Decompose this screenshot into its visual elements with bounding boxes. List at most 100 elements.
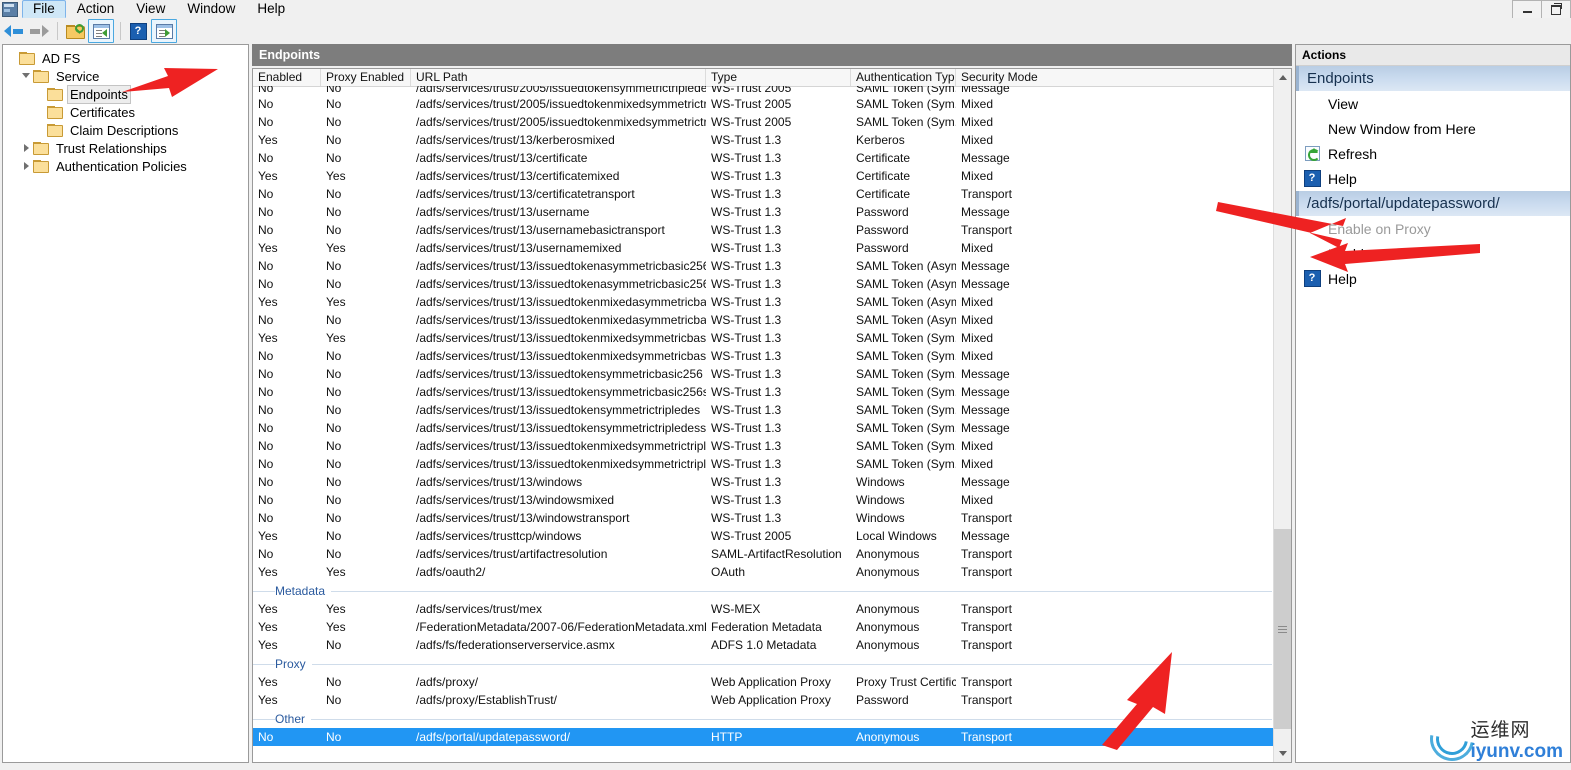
show-hide-console-tree-icon[interactable]	[88, 19, 114, 43]
table-row[interactable]: Yes Yes/adfs/services/trust/mex WS-MEX Anon…	[253, 600, 1274, 618]
cell-proxy: No	[326, 675, 342, 689]
table-row[interactable]: No No/adfs/services/trust/13/windowsmixed…	[253, 491, 1274, 509]
table-row[interactable]: No No/adfs/services/trust/2005/issuedtoke…	[253, 86, 1274, 95]
column-header-enabled[interactable]: Enabled	[253, 69, 321, 86]
folder-icon	[33, 141, 49, 155]
tree-node-trust-relationships[interactable]: Trust Relationships	[3, 139, 248, 157]
cell-enabled: No	[258, 421, 274, 435]
table-row[interactable]: Yes No/adfs/proxy/EstablishTrust/Web Appl…	[253, 691, 1274, 709]
table-row[interactable]: No No/adfs/services/trust/13/issuedtokenm…	[253, 347, 1274, 365]
table-row[interactable]: Yes Yes/adfs/services/trust/13/usernamemi…	[253, 239, 1274, 257]
table-row[interactable]: Yes No/adfs/services/trust/13/kerberosmix…	[253, 131, 1274, 149]
group-header-proxy[interactable]: Proxy	[253, 654, 1274, 673]
menu-item-file[interactable]: File	[22, 0, 66, 18]
cell-url: /adfs/oauth2/	[416, 565, 486, 579]
table-row[interactable]: No No/adfs/services/trust/13/issuedtokena…	[253, 257, 1274, 275]
action-enable[interactable]: Enable	[1296, 241, 1570, 266]
cell-enabled: No	[258, 259, 274, 273]
tree-node-endpoints[interactable]: Endpoints	[3, 84, 248, 104]
menu-item-window[interactable]: Window	[176, 0, 246, 18]
cell-auth: SAML Token (Asym...	[856, 259, 956, 273]
table-row[interactable]: No No/adfs/services/trust/13/issuedtokenm…	[253, 311, 1274, 329]
table-row[interactable]: Yes Yes/adfs/oauth2/OAuth Anonymous Transpo…	[253, 563, 1274, 581]
table-row[interactable]: No No/adfs/services/trust/13/usernamebasi…	[253, 221, 1274, 239]
cell-url: /adfs/services/trust/13/issuedtokensymme…	[416, 421, 706, 435]
table-row[interactable]: Yes No/adfs/services/trusttcp/windows WS-T…	[253, 527, 1274, 545]
minimize-button[interactable]	[1512, 0, 1542, 19]
cell-mode: Transport	[961, 511, 1012, 525]
menu-item-help[interactable]: Help	[246, 0, 296, 18]
column-header-authentication-type[interactable]: Authentication Type	[851, 69, 956, 86]
menu-item-view[interactable]: View	[125, 0, 176, 18]
scrollbar-thumb[interactable]	[1274, 529, 1291, 729]
table-row[interactable]: Yes Yes/FederationMetadata/2007-06/Federa…	[253, 618, 1274, 636]
cell-url: /adfs/services/trust/mex	[416, 602, 543, 616]
table-row[interactable]: Yes Yes/adfs/services/trust/13/issuedtoke…	[253, 293, 1274, 311]
folder-icon	[19, 51, 35, 65]
table-row[interactable]: No No/adfs/services/trust/13/windowstrans…	[253, 509, 1274, 527]
tree-node-ad-fs[interactable]: AD FS	[3, 49, 248, 67]
cell-mode: Transport	[961, 620, 1012, 634]
table-row[interactable]: No No/adfs/services/trust/2005/issuedtoke…	[253, 113, 1274, 131]
actions-title: Actions	[1296, 45, 1570, 66]
table-row[interactable]: Yes Yes/adfs/services/trust/13/issuedtoke…	[253, 329, 1274, 347]
tree-node-claim-descriptions[interactable]: Claim Descriptions	[3, 121, 248, 139]
menu-item-action[interactable]: Action	[66, 0, 126, 18]
back-arrow-icon[interactable]	[2, 20, 26, 42]
cell-mode: Transport	[961, 187, 1012, 201]
cell-url: /adfs/services/trust/13/username	[416, 205, 590, 219]
up-one-level-folder-icon[interactable]	[63, 20, 87, 42]
endpoints-list[interactable]: Enabled Proxy Enabled URL Path Type Authenti…	[252, 68, 1292, 763]
group-header-metadata[interactable]: Metadata	[253, 581, 1274, 600]
table-row[interactable]: No No/adfs/services/trust/13/issuedtokens…	[253, 419, 1274, 437]
chevron-right-icon[interactable]	[21, 160, 33, 172]
table-row[interactable]: No No/adfs/services/trust/13/issuedtokenm…	[253, 455, 1274, 473]
table-row[interactable]: No No/adfs/services/trust/13/issuedtokens…	[253, 401, 1274, 419]
scroll-up-icon[interactable]	[1274, 69, 1291, 86]
endpoint-rows[interactable]: No No/adfs/services/trust/2005/issuedtoke…	[253, 86, 1274, 762]
action-help[interactable]: ? Help	[1296, 266, 1570, 291]
console-tree-pane[interactable]: AD FS Service Endpoints Certificates Claim D…	[2, 44, 249, 763]
chevron-right-icon[interactable]	[21, 142, 33, 154]
tree-node-service[interactable]: Service	[3, 67, 248, 85]
scroll-down-icon[interactable]	[1274, 745, 1291, 762]
chevron-down-icon[interactable]	[21, 70, 33, 82]
group-header-other[interactable]: Other	[253, 709, 1274, 728]
cell-mode: Message	[961, 259, 1010, 273]
cell-type: WS-Trust 1.3	[711, 439, 782, 453]
column-header-security-mode[interactable]: Security Mode	[956, 69, 1291, 86]
forward-arrow-icon[interactable]	[27, 20, 51, 42]
tree-node-certificates[interactable]: Certificates	[3, 103, 248, 121]
table-row[interactable]: No No/adfs/services/trust/13/certificate W…	[253, 149, 1274, 167]
column-header-proxy-enabled[interactable]: Proxy Enabled	[321, 69, 411, 86]
action-new-window-from-here[interactable]: New Window from Here	[1296, 116, 1570, 141]
table-row[interactable]: No No/adfs/services/trust/2005/issuedtoke…	[253, 95, 1274, 113]
cell-auth: Anonymous	[856, 638, 920, 652]
column-header-type[interactable]: Type	[706, 69, 851, 86]
table-row[interactable]: No No/adfs/services/trust/artifactresolut…	[253, 545, 1274, 563]
scrollbar-track[interactable]	[1274, 86, 1291, 745]
table-row[interactable]: No No/adfs/services/trust/13/issuedtokens…	[253, 383, 1274, 401]
column-header-url-path[interactable]: URL Path	[411, 69, 706, 86]
help-icon: ?	[1302, 270, 1322, 288]
help-icon[interactable]: ?	[126, 20, 150, 42]
table-row[interactable]: No No/adfs/services/trust/13/certificatet…	[253, 185, 1274, 203]
action-refresh[interactable]: Refresh	[1296, 141, 1570, 166]
tree-node-authentication-policies[interactable]: Authentication Policies	[3, 157, 248, 175]
show-hide-action-pane-icon[interactable]	[151, 19, 177, 43]
selected-endpoint-row[interactable]: No No/adfs/portal/updatepassword/HTTP Anon…	[253, 728, 1274, 746]
cell-type: WS-Trust 1.3	[711, 151, 782, 165]
table-row[interactable]: Yes No/adfs/proxy/Web Application Proxy Pr…	[253, 673, 1274, 691]
table-row[interactable]: No No/adfs/services/trust/13/windows WS-Tr…	[253, 473, 1274, 491]
table-row[interactable]: No No/adfs/services/trust/13/username WS-T…	[253, 203, 1274, 221]
restore-button[interactable]	[1541, 0, 1571, 19]
column-header-row[interactable]: Enabled Proxy Enabled URL Path Type Authenti…	[253, 69, 1291, 87]
table-row[interactable]: No No/adfs/services/trust/13/issuedtokens…	[253, 365, 1274, 383]
table-row[interactable]: No No/adfs/services/trust/13/issuedtokena…	[253, 275, 1274, 293]
table-row[interactable]: No No/adfs/services/trust/13/issuedtokenm…	[253, 437, 1274, 455]
action-view[interactable]: View	[1296, 91, 1570, 116]
vertical-scrollbar[interactable]	[1273, 69, 1291, 762]
table-row[interactable]: Yes Yes/adfs/services/trust/13/certificat…	[253, 167, 1274, 185]
table-row[interactable]: Yes No/adfs/fs/federationserverservice.as…	[253, 636, 1274, 654]
action-help[interactable]: ? Help	[1296, 166, 1570, 191]
